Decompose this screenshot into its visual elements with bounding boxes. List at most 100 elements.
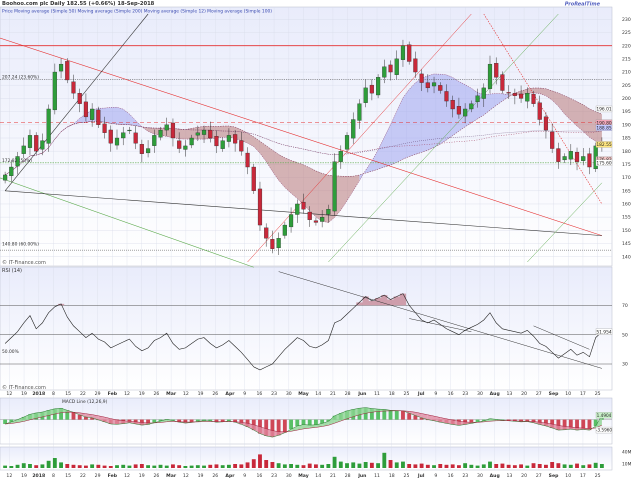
volume-bar bbox=[413, 464, 418, 468]
candle-body bbox=[574, 151, 580, 162]
macd-bar bbox=[401, 410, 405, 420]
volume-bar bbox=[506, 464, 511, 468]
time-tick-label: 12 bbox=[124, 473, 130, 479]
candle-body bbox=[550, 131, 555, 149]
macd-bar bbox=[71, 412, 76, 420]
volume-bar bbox=[438, 464, 443, 468]
time-tick-label: Jun bbox=[357, 473, 366, 479]
price-tick-label: 230 bbox=[622, 17, 631, 23]
time-tick-label: 21 bbox=[330, 391, 336, 397]
time-tick-label: 9 bbox=[243, 473, 246, 479]
time-tick-label: 30 bbox=[477, 391, 483, 397]
candle-body bbox=[282, 224, 287, 236]
volume-bar bbox=[289, 464, 293, 468]
time-tick-label: 28 bbox=[345, 391, 351, 397]
time-tick-label: 11 bbox=[374, 473, 380, 479]
volume-bar bbox=[208, 464, 213, 468]
candle-body bbox=[164, 124, 169, 131]
time-tick-label: 29 bbox=[95, 473, 101, 479]
volume-bar bbox=[233, 464, 238, 468]
volume-bar bbox=[500, 463, 505, 468]
volume-bar bbox=[226, 464, 231, 468]
time-tick-label: 16 bbox=[256, 391, 262, 397]
time-tick-label: 26 bbox=[212, 391, 218, 397]
candle-body bbox=[568, 151, 573, 160]
fib-level-label: 207.24 (23.60%) bbox=[2, 74, 39, 80]
candle-body bbox=[121, 132, 126, 139]
volume-bar bbox=[177, 465, 182, 468]
volume-bar bbox=[593, 462, 598, 468]
volume-bar bbox=[556, 463, 561, 468]
time-tick-label: Feb bbox=[108, 391, 118, 397]
time-tick-label: 27 bbox=[536, 473, 542, 479]
candle-body bbox=[338, 151, 343, 162]
candle-body bbox=[77, 92, 82, 104]
time-tick-label: 19 bbox=[198, 473, 204, 479]
volume-bar bbox=[127, 465, 132, 468]
fib-level-label: 140.80 (60.00%) bbox=[2, 242, 39, 248]
time-tick-label: Apr bbox=[225, 391, 235, 397]
candle-body bbox=[313, 220, 319, 223]
price-tag-label: 175.60 bbox=[596, 160, 612, 166]
time-tick-label: 12 bbox=[6, 391, 12, 397]
time-tick-label: 11 bbox=[374, 391, 380, 397]
rsi-title: RSI (14) bbox=[2, 268, 22, 274]
time-tick-label: 9 bbox=[434, 391, 437, 397]
candle-body bbox=[407, 44, 412, 62]
volume-bar bbox=[152, 465, 157, 468]
volume-bar bbox=[581, 465, 586, 468]
volume-bar bbox=[239, 464, 244, 468]
time-tick-label: 19 bbox=[21, 391, 27, 397]
candle-body bbox=[531, 93, 536, 104]
candle-body bbox=[170, 122, 176, 139]
time-tick-label: 16 bbox=[448, 473, 454, 479]
time-tick-label: 13 bbox=[506, 391, 512, 397]
candle-body bbox=[195, 132, 200, 136]
time-tick-label: 21 bbox=[330, 473, 336, 479]
price-tick-label: 215 bbox=[622, 56, 631, 62]
time-tick-label: 16 bbox=[448, 391, 454, 397]
candle-body bbox=[58, 63, 64, 72]
candle-body bbox=[183, 145, 188, 150]
volume-bar bbox=[494, 464, 499, 468]
volume-bar bbox=[28, 464, 32, 468]
volume-bar bbox=[444, 464, 449, 468]
macd-value-label: -3.5960 bbox=[596, 428, 612, 433]
time-tick-label: 22 bbox=[80, 473, 86, 479]
candle-body bbox=[139, 144, 144, 154]
volume-bar bbox=[345, 463, 349, 468]
volume-bar bbox=[401, 461, 405, 468]
time-tick-label: 23 bbox=[271, 391, 277, 397]
macd-bar bbox=[394, 410, 399, 420]
candle-body bbox=[400, 45, 406, 60]
time-tick-label: 12 bbox=[183, 391, 189, 397]
candle-body bbox=[152, 135, 157, 146]
volume-bar bbox=[599, 464, 604, 468]
candle-body bbox=[326, 209, 331, 215]
macd-bar bbox=[314, 419, 318, 425]
time-tick-label: 14 bbox=[315, 391, 321, 397]
price-tick-label: 205 bbox=[622, 83, 631, 89]
candle-body bbox=[189, 137, 194, 146]
time-tick-label: 18 bbox=[389, 391, 395, 397]
candle-body bbox=[27, 135, 33, 148]
price-tick-label: 155 bbox=[622, 215, 631, 221]
volume-bar bbox=[382, 452, 387, 468]
candle-body bbox=[537, 102, 542, 120]
time-tick-label: 30 bbox=[286, 391, 292, 397]
price-tick-label: 160 bbox=[622, 202, 631, 208]
volume-bar bbox=[195, 465, 200, 468]
time-tick-label: Jul bbox=[417, 473, 425, 479]
volume-bar bbox=[52, 458, 57, 468]
prorealtime-logo: ProRealTime bbox=[565, 2, 601, 8]
volume-bar bbox=[276, 463, 281, 468]
candle-body bbox=[394, 58, 399, 75]
candle-body bbox=[3, 174, 8, 181]
candle-body bbox=[40, 140, 45, 150]
volume-bar bbox=[270, 462, 275, 468]
candle-body bbox=[301, 201, 306, 210]
candle-body bbox=[251, 166, 256, 191]
rsi-tick-label: 70 bbox=[622, 303, 628, 309]
candle-body bbox=[388, 64, 393, 73]
time-tick-label: 9 bbox=[243, 391, 246, 397]
